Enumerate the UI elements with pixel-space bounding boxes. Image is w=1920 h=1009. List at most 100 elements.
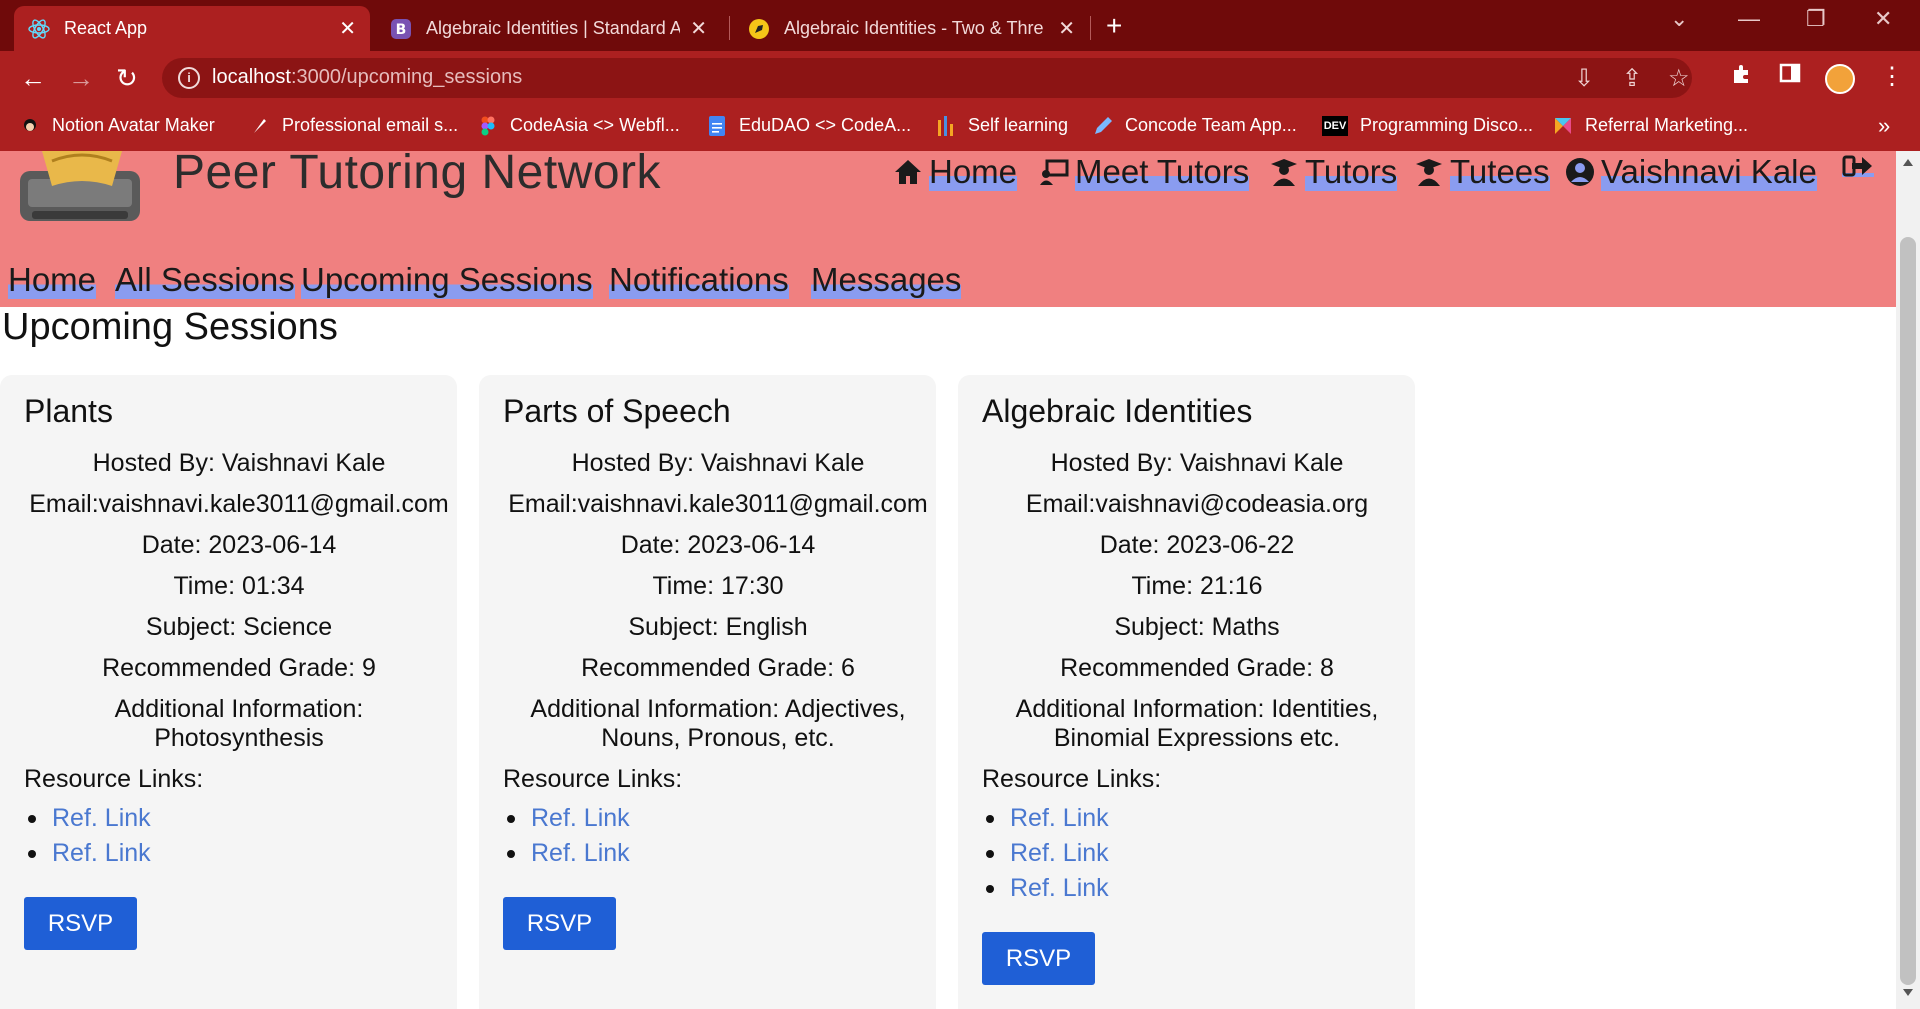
tab-search-icon[interactable]: ⌄ bbox=[1670, 6, 1688, 32]
resource-link[interactable]: Ref. Link bbox=[52, 839, 151, 868]
bookmark-programming-discord[interactable]: DEV Programming Disco... bbox=[1322, 115, 1533, 136]
svg-text:B: B bbox=[396, 22, 407, 38]
nav-home-label: Home bbox=[929, 153, 1018, 191]
bullet-icon bbox=[507, 849, 515, 858]
session-time: Time: 21:16 bbox=[1131, 572, 1263, 600]
tab-algebraic-identities-standard[interactable]: B Algebraic Identities | Standard Al ✕ bbox=[376, 6, 721, 51]
profile-avatar[interactable] bbox=[1825, 64, 1855, 94]
resource-link[interactable]: Ref. Link bbox=[531, 804, 630, 833]
resource-link[interactable]: Ref. Link bbox=[52, 804, 151, 833]
share-icon[interactable]: ⇪ bbox=[1622, 64, 1642, 93]
page-viewport: Peer Tutoring Network Home Meet Tutors T… bbox=[0, 151, 1896, 1009]
user-circle-icon bbox=[1566, 158, 1594, 186]
bookmark-label: Concode Team App... bbox=[1125, 115, 1297, 135]
resource-link[interactable]: Ref. Link bbox=[1010, 804, 1109, 833]
resource-link-item: Ref. Link bbox=[24, 836, 151, 871]
minimize-icon[interactable]: — bbox=[1738, 6, 1760, 32]
session-info-line-1: Additional Information: Adjectives, bbox=[530, 695, 906, 723]
nav-home[interactable]: Home bbox=[893, 153, 1018, 191]
resource-link-item: Ref. Link bbox=[982, 836, 1109, 871]
pen-icon bbox=[1093, 116, 1113, 136]
bookmark-notion-avatar-maker[interactable]: Notion Avatar Maker bbox=[20, 115, 215, 136]
bookmark-professional-email[interactable]: Professional email s... bbox=[250, 115, 458, 136]
session-info-line-2: Nouns, Pronous, etc. bbox=[601, 724, 835, 752]
resource-link[interactable]: Ref. Link bbox=[1010, 874, 1109, 903]
bookmark-label: EduDAO <> CodeA... bbox=[739, 115, 912, 135]
site-header: Peer Tutoring Network Home Meet Tutors T… bbox=[0, 151, 1896, 307]
resource-link[interactable]: Ref. Link bbox=[1010, 839, 1109, 868]
subnav-upcoming-sessions[interactable]: Upcoming Sessions bbox=[301, 261, 593, 299]
url-host: localhost bbox=[212, 66, 291, 88]
nav-tutees-label: Tutees bbox=[1450, 153, 1550, 191]
side-panel-icon[interactable] bbox=[1779, 62, 1801, 91]
brand-title: Peer Tutoring Network bbox=[173, 151, 662, 199]
resource-link-item: Ref. Link bbox=[503, 801, 630, 836]
close-icon[interactable]: ✕ bbox=[690, 16, 707, 41]
nav-meet-tutors[interactable]: Meet Tutors bbox=[1039, 153, 1250, 191]
session-host: Hosted By: Vaishnavi Kale bbox=[1050, 449, 1344, 477]
back-arrow-icon[interactable]: ← bbox=[20, 62, 46, 94]
window-close-icon[interactable]: ✕ bbox=[1874, 6, 1892, 32]
extensions-puzzle-icon[interactable] bbox=[1730, 62, 1754, 93]
session-info-line-1: Additional Information: Identities, bbox=[1015, 695, 1379, 723]
session-card: Algebraic Identities Hosted By: Vaishnav… bbox=[958, 375, 1415, 1009]
tab-react-app[interactable]: React App ✕ bbox=[14, 6, 370, 51]
bar-chart-icon bbox=[936, 115, 956, 136]
browser-tab-strip: React App ✕ B Algebraic Identities | Sta… bbox=[0, 0, 1920, 51]
nav-tutors[interactable]: Tutors bbox=[1269, 153, 1398, 191]
resource-links-label: Resource Links: bbox=[24, 765, 204, 793]
resource-links-label: Resource Links: bbox=[982, 765, 1162, 793]
bookmark-codeasia-webflow[interactable]: CodeAsia <> Webfl... bbox=[478, 115, 680, 136]
install-app-icon[interactable]: ⇩ bbox=[1574, 64, 1594, 93]
tab-separator bbox=[1090, 16, 1091, 40]
graduate-icon bbox=[1416, 159, 1442, 186]
subnav-home[interactable]: Home bbox=[8, 261, 97, 299]
tab-title: React App bbox=[64, 18, 148, 38]
scroll-up-arrow-icon[interactable] bbox=[1903, 159, 1913, 166]
forward-arrow-icon[interactable]: → bbox=[68, 62, 94, 94]
bookmark-edudao-codeasia[interactable]: EduDAO <> CodeA... bbox=[707, 115, 911, 136]
rsvp-button[interactable]: RSVP bbox=[503, 897, 616, 950]
session-date: Date: 2023-06-14 bbox=[141, 531, 337, 559]
subnav-all-sessions[interactable]: All Sessions bbox=[115, 261, 295, 299]
rsvp-button[interactable]: RSVP bbox=[982, 932, 1095, 985]
bookmarks-overflow-button[interactable]: » bbox=[1878, 113, 1890, 139]
subnav-notifications[interactable]: Notifications bbox=[609, 261, 789, 299]
resource-link-item: Ref. Link bbox=[503, 836, 630, 871]
react-logo-icon bbox=[28, 18, 50, 40]
subnav-messages[interactable]: Messages bbox=[811, 261, 962, 299]
bullet-icon bbox=[986, 849, 994, 858]
rsvp-button[interactable]: RSVP bbox=[24, 897, 137, 950]
referral-logo-icon bbox=[1553, 116, 1573, 136]
restore-icon[interactable]: ❐ bbox=[1806, 6, 1826, 32]
nav-user-label: Vaishnavi Kale bbox=[1601, 153, 1817, 191]
bookmark-star-icon[interactable]: ☆ bbox=[1668, 64, 1690, 93]
session-host: Hosted By: Vaishnavi Kale bbox=[92, 449, 386, 477]
site-info-icon[interactable]: i bbox=[178, 67, 200, 89]
session-info-line-1: Additional Information: bbox=[114, 695, 364, 723]
nav-user-profile[interactable]: Vaishnavi Kale bbox=[1565, 153, 1817, 191]
sign-out-icon[interactable] bbox=[1842, 153, 1874, 183]
reload-icon[interactable]: ↻ bbox=[116, 62, 138, 94]
page-scrollbar[interactable] bbox=[1896, 151, 1920, 1009]
bookmarks-bar: Notion Avatar Maker Professional email s… bbox=[0, 105, 1920, 151]
resource-link[interactable]: Ref. Link bbox=[531, 839, 630, 868]
bookmark-self-learning[interactable]: Self learning bbox=[936, 115, 1068, 136]
bookmark-label: CodeAsia <> Webfl... bbox=[510, 115, 680, 135]
url-text[interactable]: localhost:3000/upcoming_sessions bbox=[212, 66, 522, 89]
browser-menu-icon[interactable]: ⋮ bbox=[1880, 62, 1904, 91]
session-card: Parts of Speech Hosted By: Vaishnavi Kal… bbox=[479, 375, 936, 1009]
tab-algebraic-identities-two-three[interactable]: Algebraic Identities - Two & Thre ✕ bbox=[734, 6, 1089, 51]
session-grade: Recommended Grade: 6 bbox=[581, 654, 855, 682]
close-icon[interactable]: ✕ bbox=[339, 16, 356, 41]
close-icon[interactable]: ✕ bbox=[1058, 16, 1075, 41]
scroll-down-arrow-icon[interactable] bbox=[1903, 989, 1913, 996]
bullet-icon bbox=[986, 884, 994, 893]
bookmark-referral-marketing[interactable]: Referral Marketing... bbox=[1553, 115, 1748, 136]
nav-tutees[interactable]: Tutees bbox=[1414, 153, 1550, 191]
new-tab-button[interactable]: + bbox=[1106, 10, 1122, 42]
page-title: Upcoming Sessions bbox=[2, 306, 338, 348]
scrollbar-thumb[interactable] bbox=[1900, 237, 1916, 985]
bookmark-concode-team-app[interactable]: Concode Team App... bbox=[1093, 115, 1297, 136]
address-bar[interactable]: i localhost:3000/upcoming_sessions ⇩ ⇪ ☆ bbox=[162, 58, 1692, 98]
